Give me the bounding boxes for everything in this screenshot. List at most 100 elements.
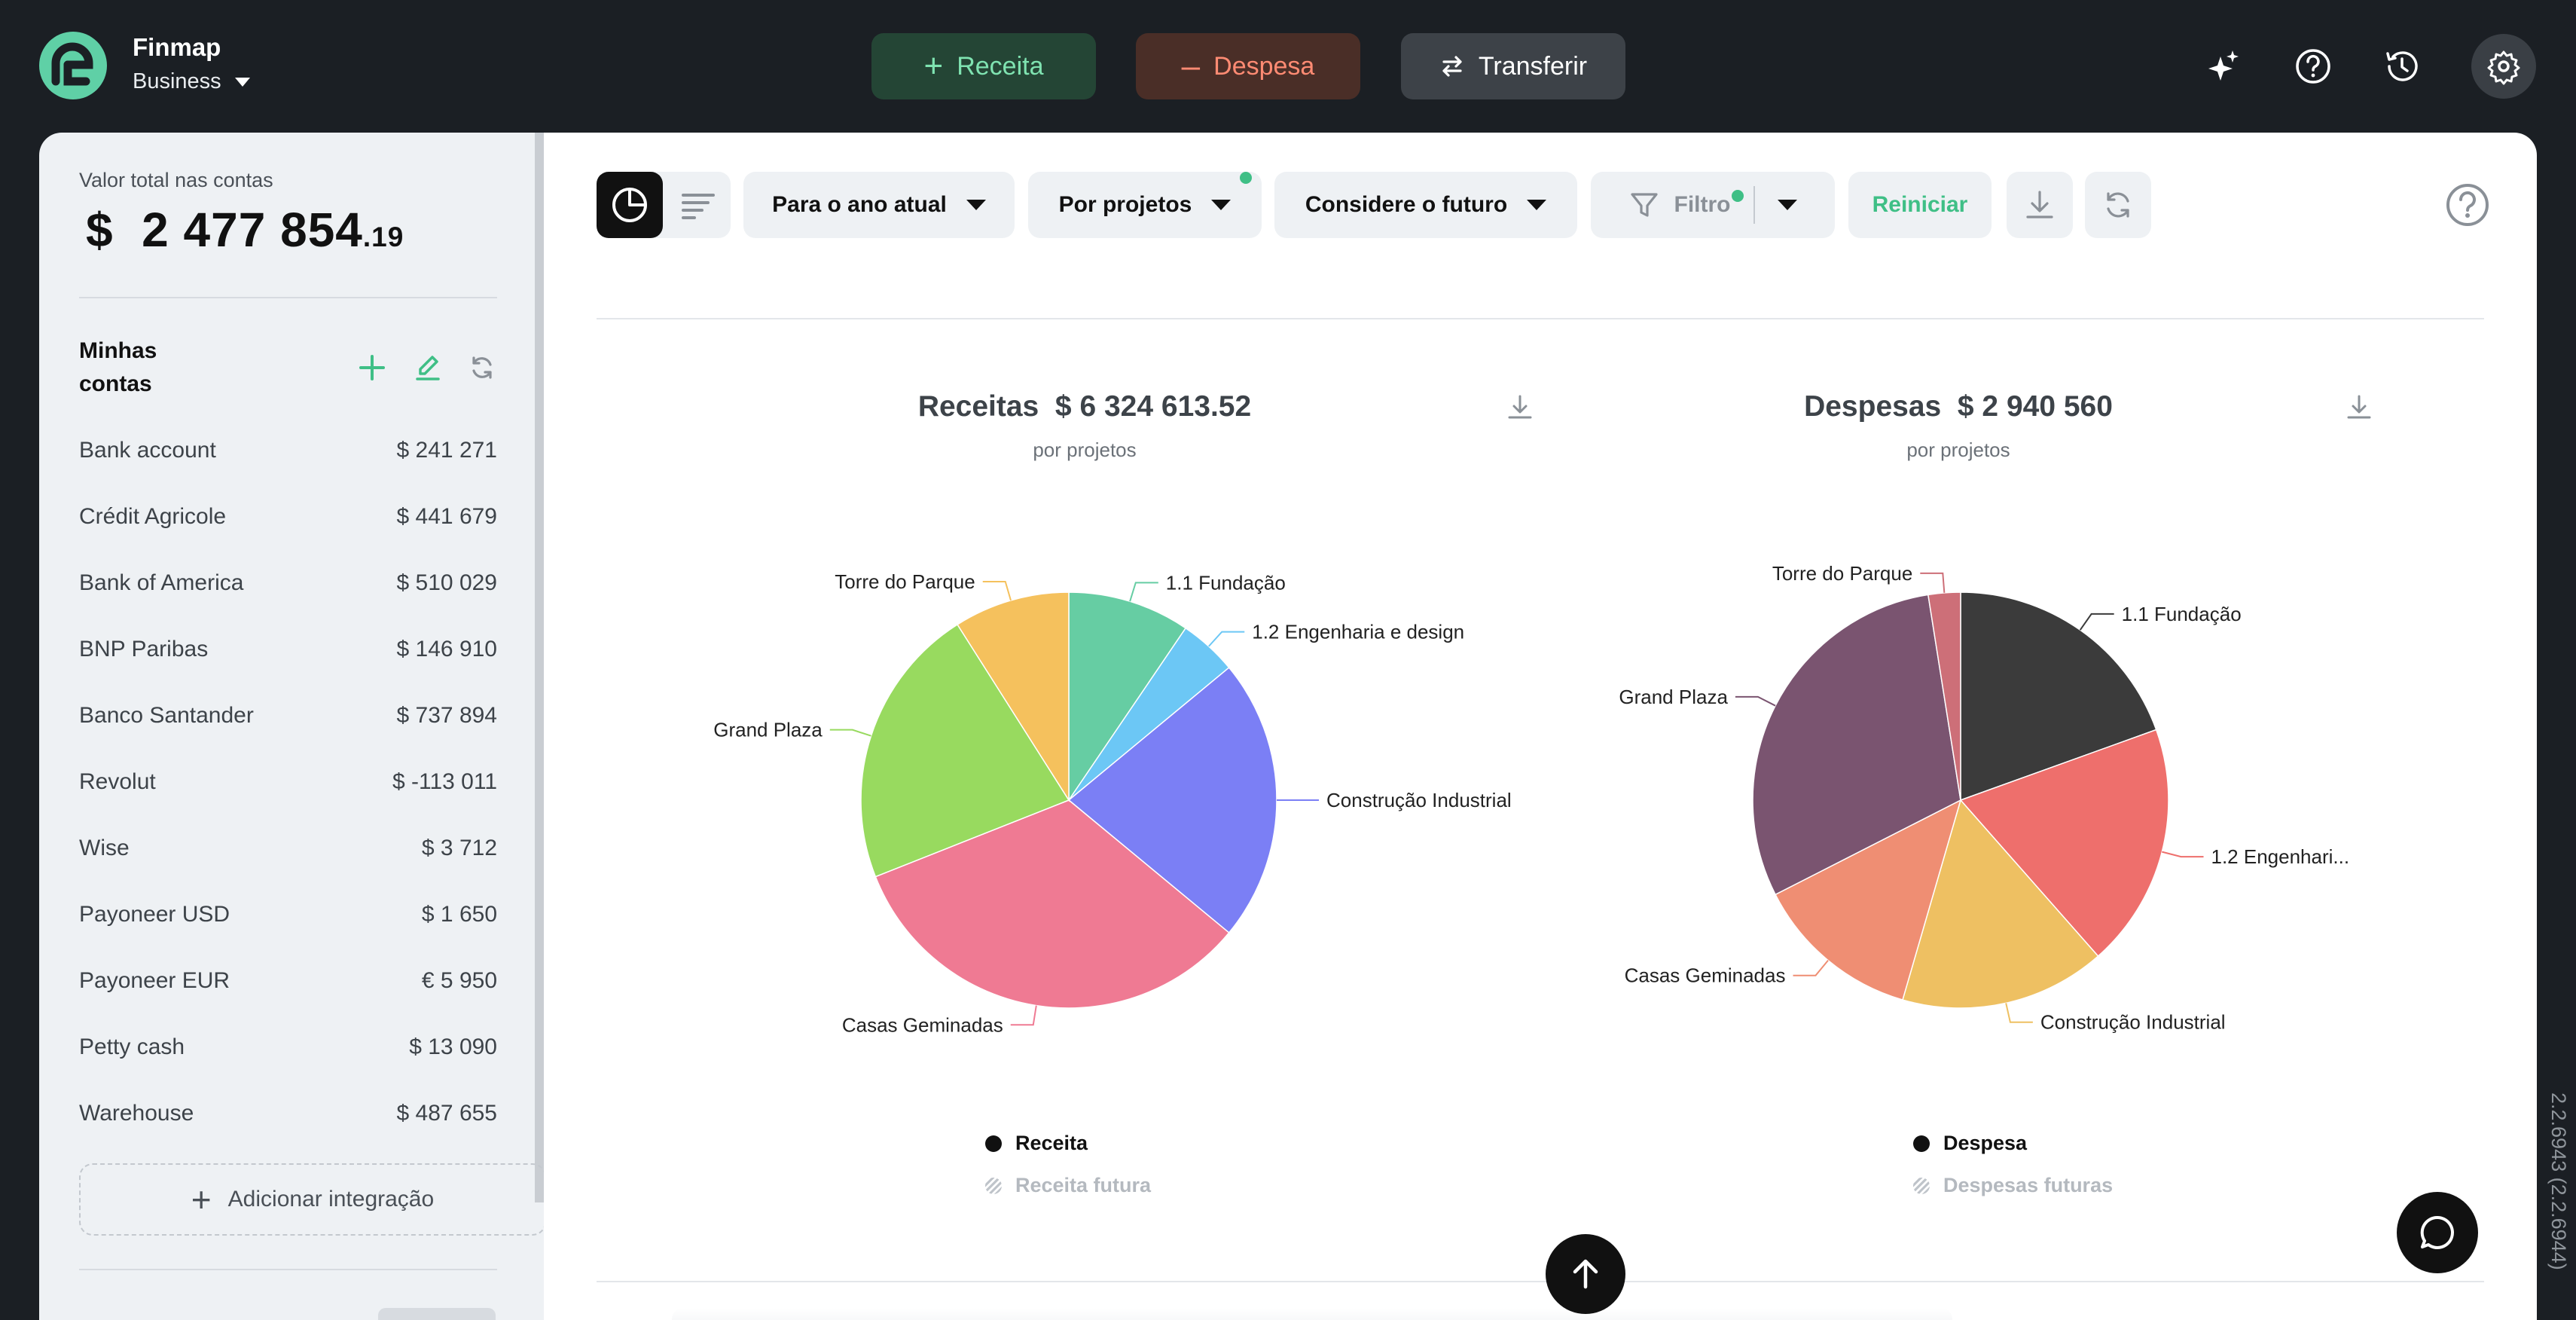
history-button[interactable] — [2371, 35, 2433, 97]
pie-slice-label: 1.1 Fundação — [2122, 603, 2242, 625]
workspace-switcher[interactable]: Business — [133, 69, 250, 94]
company-name: Finmap — [133, 33, 221, 61]
account-row[interactable]: Payoneer USD $ 1 650 — [79, 892, 497, 937]
pie-slice-label: 1.2 Engenhari... — [2211, 845, 2350, 868]
account-balance: $ 487 655 — [396, 1101, 497, 1126]
account-row[interactable]: Bank of America $ 510 029 — [79, 561, 497, 606]
account-name: Petty cash — [79, 1034, 185, 1059]
add-expense-label: Despesa — [1213, 51, 1315, 81]
pie-leader-line — [2162, 851, 2204, 858]
chat-support-button[interactable] — [2397, 1192, 2478, 1273]
divider — [79, 297, 497, 298]
account-balance: $ 1 650 — [421, 902, 497, 927]
income-legend-label: Receita — [1015, 1132, 1088, 1154]
pie-slice-label: 1.1 Fundação — [1166, 571, 1286, 594]
account-row[interactable]: Payoneer EUR € 5 950 — [79, 958, 497, 1004]
history-icon — [2386, 51, 2418, 81]
add-expense-button[interactable]: – Despesa — [1136, 33, 1360, 99]
account-name: Revolut — [79, 769, 156, 794]
pie-leader-line — [2079, 613, 2114, 631]
add-account-button[interactable] — [356, 351, 389, 384]
legend-hatch-icon — [985, 1177, 1002, 1194]
pie-slice-label: Grand Plaza — [1619, 686, 1728, 708]
account-row[interactable]: BNP Paribas $ 146 910 — [79, 627, 497, 672]
pie-leader-line — [1735, 695, 1776, 707]
ai-assistant-button[interactable] — [2193, 35, 2255, 97]
pie-slice-label: Casas Geminadas — [842, 1013, 1003, 1036]
sidebar-bottom-control[interactable] — [378, 1308, 496, 1320]
account-name: Payoneer EUR — [79, 968, 230, 993]
account-name: Warehouse — [79, 1101, 194, 1126]
income-legend-item[interactable]: Receita — [985, 1132, 1088, 1155]
total-balance-label: Valor total nas contas — [79, 169, 273, 191]
scroll-to-top-button[interactable] — [1546, 1234, 1625, 1314]
account-row[interactable]: Warehouse $ 487 655 — [79, 1091, 497, 1136]
legend-dot-icon — [1913, 1135, 1930, 1152]
account-balance: € 5 950 — [421, 968, 497, 993]
account-balance: $ 13 090 — [409, 1034, 497, 1059]
add-integration-button[interactable]: + Adicionar integração — [79, 1163, 544, 1236]
income-future-legend-item[interactable]: Receita futura — [985, 1174, 1151, 1197]
pie-leader-line — [2005, 1003, 2033, 1023]
account-balance: $ 3 712 — [421, 836, 497, 860]
settings-button[interactable] — [2471, 34, 2536, 99]
help-button[interactable] — [2282, 35, 2344, 97]
account-row[interactable]: Wise $ 3 712 — [79, 826, 497, 871]
pie-slice-label: Construção Industrial — [1326, 789, 1512, 811]
transfer-arrows-icon — [1442, 56, 1462, 77]
pie-leader-line — [1793, 960, 1829, 976]
pie-charts-canvas: 1.1 Fundação 1.2 Engenharia e design Const… — [713, 562, 2350, 1036]
account-balance: $ 737 894 — [396, 703, 497, 728]
total-integer: 2 477 854 — [142, 203, 363, 257]
pie-slice-label: Grand Plaza — [713, 719, 823, 741]
app-version: 2.2.6943 (2.2.6944) — [2547, 1092, 2570, 1270]
account-name: Bank of America — [79, 570, 244, 595]
chevron-down-icon — [234, 77, 250, 87]
refresh-accounts-button[interactable] — [465, 351, 499, 384]
sidebar-scrollbar[interactable] — [535, 133, 544, 1202]
add-income-button[interactable]: + Receita — [871, 33, 1096, 99]
account-name: Banco Santander — [79, 703, 254, 728]
minus-icon: – — [1181, 47, 1201, 84]
pie-slice-label: Torre do Parque — [835, 570, 975, 593]
edit-accounts-button[interactable] — [411, 351, 444, 384]
account-row[interactable]: Revolut $ -113 011 — [79, 759, 497, 805]
account-name: Payoneer USD — [79, 902, 230, 927]
expense-legend-item[interactable]: Despesa — [1913, 1132, 2027, 1155]
account-row[interactable]: Crédit Agricole $ 441 679 — [79, 494, 497, 539]
main-panel: Para o ano atual Por projetos Considere … — [544, 133, 2537, 1320]
add-income-label: Receita — [957, 51, 1044, 81]
pie-slice-label: Casas Geminadas — [1625, 964, 1786, 987]
accounts-sidebar: Valor total nas contas $ 2 477 854.19 Mi… — [39, 133, 544, 1320]
pie-leader-line — [1129, 582, 1158, 602]
account-row[interactable]: Bank account $ 241 271 — [79, 428, 497, 473]
expense-legend-label: Despesa — [1943, 1132, 2028, 1154]
plus-icon: + — [191, 1180, 212, 1219]
help-icon — [2296, 49, 2330, 84]
transfer-button[interactable]: Transferir — [1401, 33, 1625, 99]
refresh-icon — [472, 356, 492, 379]
legend-dot-icon — [985, 1135, 1002, 1152]
total-currency: $ — [86, 203, 114, 257]
top-bar: Finmap Business + Receita – Despesa Tran… — [0, 0, 2576, 133]
expense-future-legend-item[interactable]: Despesas futuras — [1913, 1174, 2113, 1197]
pie-leader-line — [1010, 1005, 1037, 1026]
account-name: BNP Paribas — [79, 637, 209, 662]
account-balance: $ 241 271 — [396, 438, 497, 463]
finmap-logo[interactable] — [39, 32, 107, 99]
account-row[interactable]: Banco Santander $ 737 894 — [79, 693, 497, 738]
account-row[interactable]: Petty cash $ 13 090 — [79, 1025, 497, 1070]
settings-icon — [2487, 50, 2520, 85]
workspace-plan-label: Business — [133, 69, 221, 93]
pie-leader-line — [829, 729, 871, 737]
divider — [79, 1269, 497, 1270]
transfer-label: Transferir — [1478, 51, 1588, 81]
arrow-up-icon — [1573, 1259, 1598, 1289]
account-name: Bank account — [79, 438, 216, 463]
divider — [597, 1281, 2484, 1282]
account-balance: $ 441 679 — [396, 504, 497, 529]
account-balance: $ -113 011 — [392, 769, 497, 794]
accounts-title: Minhas contas — [79, 338, 157, 396]
total-balance-value: $ 2 477 854.19 — [86, 202, 404, 258]
pie-slice-label: Construção Industrial — [2040, 1011, 2226, 1034]
